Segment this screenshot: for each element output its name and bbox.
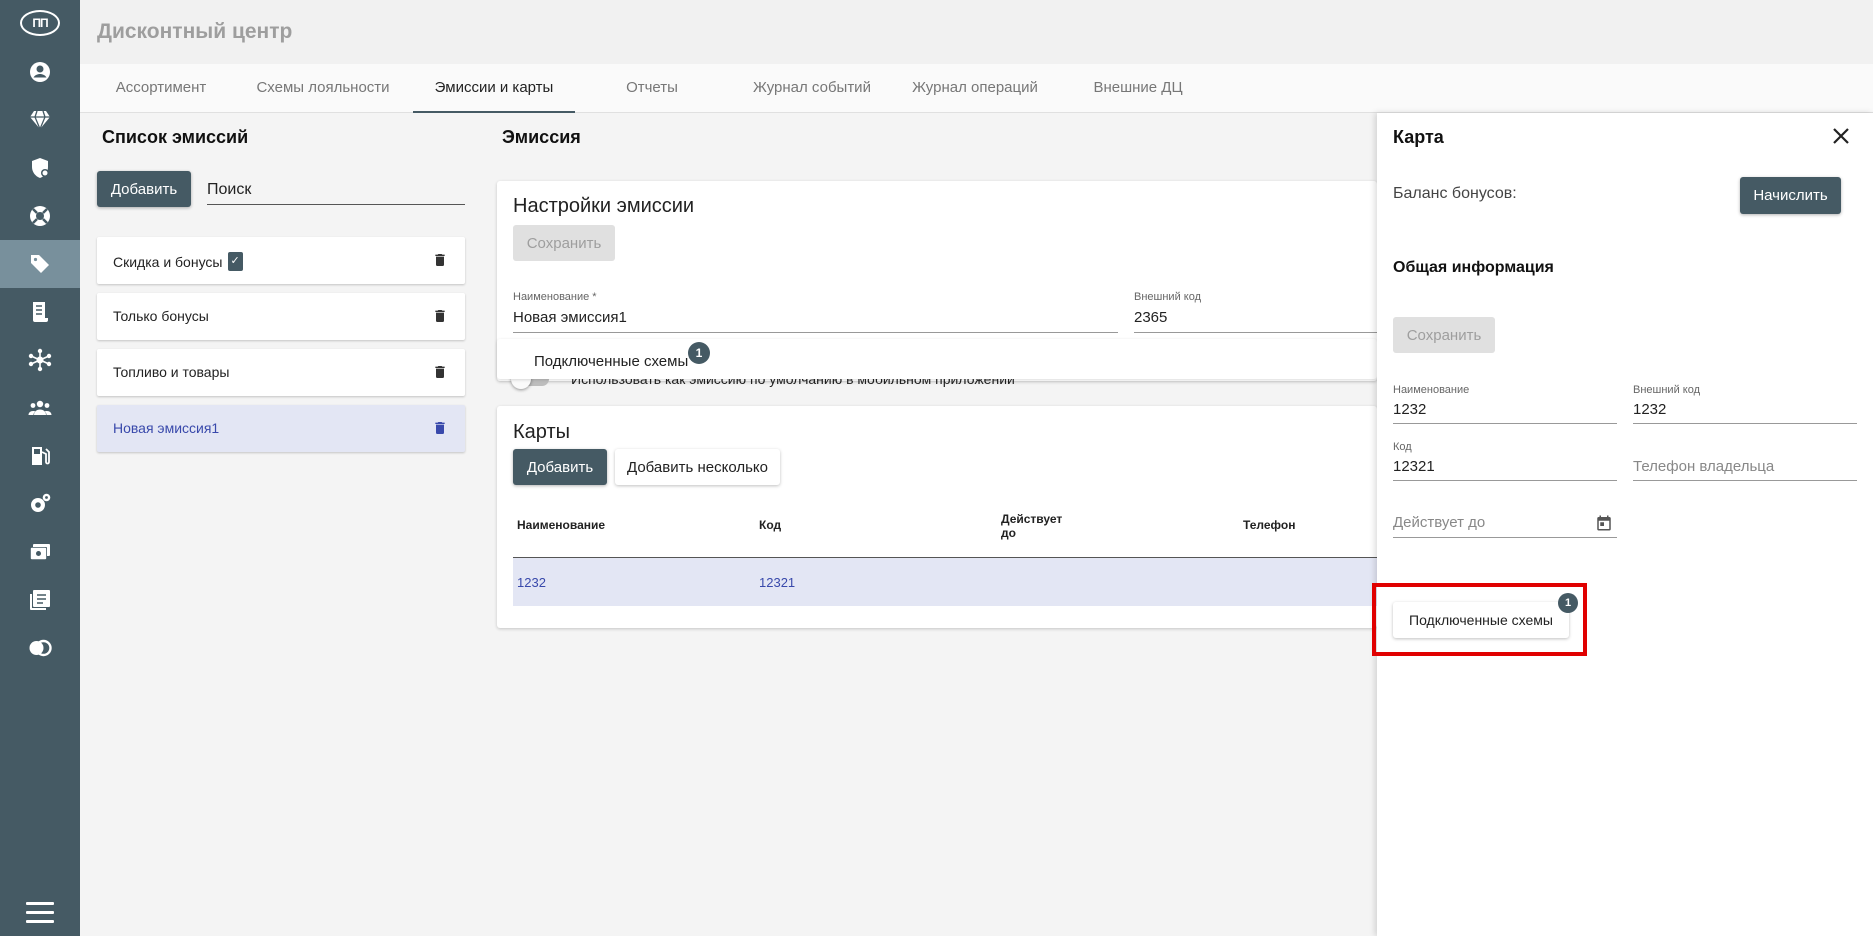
trash-icon[interactable] — [432, 362, 446, 380]
emission-schemes-label: Подключенные схемы — [534, 353, 689, 370]
journal-icon — [30, 590, 50, 610]
page-title: Дисконтный центр — [97, 20, 293, 43]
network-icon — [28, 348, 52, 372]
card-drawer: Карта Баланс бонусов: 200 Начислить Обща… — [1377, 113, 1873, 936]
trash-icon[interactable] — [432, 306, 446, 324]
sidebar-item-emissions[interactable] — [0, 240, 80, 288]
diamond-icon — [30, 110, 50, 131]
owner-phone-field[interactable]: Телефон владельца — [1633, 458, 1774, 475]
sidebar-item-account[interactable] — [0, 48, 80, 96]
card-name-label: Наименование — [1393, 384, 1470, 396]
tag-icon — [31, 255, 49, 273]
sidebar-item-support[interactable] — [0, 192, 80, 240]
emission-list-title: Список эмиссий — [102, 127, 249, 147]
tab-loyalty-schemes[interactable]: Схемы лояльности — [242, 64, 404, 113]
account-icon — [30, 62, 50, 82]
add-emission-button[interactable]: Добавить — [97, 171, 191, 207]
sidebar-item-journal[interactable] — [0, 576, 80, 624]
cards-card: Карты Добавить Добавить несколько Наимен… — [497, 406, 1377, 628]
close-icon[interactable] — [1829, 124, 1853, 148]
emission-panel: Эмиссия Настройки эмиссии Сохранить Наим… — [483, 113, 1377, 936]
sidebar-item-network[interactable] — [0, 336, 80, 384]
connected-schemes-count-badge: 1 — [1558, 593, 1578, 613]
card-external-code-field[interactable]: 1232 — [1633, 401, 1666, 418]
sidebar-item-receipts[interactable] — [0, 288, 80, 336]
receipt-icon — [33, 302, 48, 322]
users-icon — [28, 400, 52, 415]
emission-schemes-row[interactable]: Подключенные схемы 1 — [497, 339, 1377, 379]
tab-event-log[interactable]: Журнал событий — [731, 64, 893, 113]
valid-until-field[interactable]: Действует до — [1393, 514, 1485, 531]
gear-icon — [31, 493, 51, 512]
general-info-title: Общая информация — [1393, 259, 1554, 276]
external-code-label: Внешний код — [1134, 291, 1202, 303]
emission-item-label: Новая эмиссия1 — [113, 420, 220, 436]
shield-settings-icon — [32, 158, 49, 178]
card-name-cell[interactable]: 1232 — [517, 575, 546, 590]
emission-name-label: Наименование * — [513, 291, 597, 303]
emission-title: Эмиссия — [502, 127, 581, 147]
card-code-cell[interactable]: 12321 — [759, 575, 795, 590]
save-card-button[interactable]: Сохранить — [1393, 317, 1495, 353]
main-tabs: Ассортимент Схемы лояльности Эмиссии и к… — [80, 64, 1873, 113]
sidebar-item-security[interactable] — [0, 144, 80, 192]
cards-title: Карты — [513, 421, 570, 443]
app-logo[interactable]: ПП — [20, 10, 60, 36]
card-code-label: Код — [1393, 441, 1412, 453]
external-code-field[interactable]: 2365 — [1134, 309, 1167, 326]
emission-settings-title: Настройки эмиссии — [513, 195, 695, 217]
trash-icon[interactable] — [432, 250, 446, 268]
clipboard-check-icon — [228, 252, 244, 271]
trash-icon[interactable] — [432, 418, 446, 436]
table-row[interactable]: 1232 12321 — [513, 558, 1377, 606]
column-header-valid-until[interactable]: Действует до — [1001, 512, 1062, 540]
tab-emissions-cards[interactable]: Эмиссии и карты — [413, 64, 575, 113]
emission-list-panel: Список эмиссий Добавить Скидка и бонусы … — [80, 113, 481, 936]
sidebar-item-payments[interactable] — [0, 528, 80, 576]
list-item[interactable]: Скидка и бонусы — [97, 237, 465, 284]
tab-external-dc[interactable]: Внешние ДЦ — [1057, 64, 1219, 113]
tab-assortment[interactable]: Ассортимент — [80, 64, 242, 113]
calendar-icon[interactable] — [1595, 514, 1613, 532]
sidebar-item-loyalty[interactable] — [0, 96, 80, 144]
balance-label: Баланс бонусов: — [1393, 185, 1517, 202]
emission-name-field[interactable]: Новая эмиссия1 — [513, 309, 627, 326]
connected-schemes-button[interactable]: Подключенные схемы — [1393, 602, 1569, 638]
cash-icon — [30, 544, 50, 560]
column-header-code[interactable]: Код — [759, 518, 781, 532]
menu-icon[interactable] — [26, 902, 54, 929]
search-input[interactable] — [207, 175, 465, 205]
emission-schemes-count-badge: 1 — [688, 342, 710, 364]
list-item[interactable]: Новая эмиссия1 — [97, 405, 465, 452]
list-item[interactable]: Топливо и товары — [97, 349, 465, 396]
list-item[interactable]: Только бонусы — [97, 293, 465, 340]
save-emission-button[interactable]: Сохранить — [513, 225, 615, 261]
sidebar: ПП — [0, 0, 80, 936]
fuel-station-icon — [32, 447, 50, 465]
sidebar-item-cards[interactable] — [0, 624, 80, 672]
column-header-name[interactable]: Наименование — [517, 518, 605, 532]
sidebar-item-stations[interactable] — [0, 432, 80, 480]
card-code-field[interactable]: 12321 — [1393, 458, 1435, 475]
sidebar-item-users[interactable] — [0, 384, 80, 432]
sidebar-item-settings[interactable] — [0, 480, 80, 528]
add-card-button[interactable]: Добавить — [513, 449, 607, 485]
card-drawer-title: Карта — [1393, 127, 1444, 147]
column-header-phone[interactable]: Телефон — [1243, 518, 1295, 532]
lifebuoy-icon — [30, 206, 50, 226]
emission-item-label: Топливо и товары — [113, 364, 230, 380]
cards-icon — [29, 639, 52, 657]
accrue-bonus-button[interactable]: Начислить — [1740, 177, 1841, 214]
add-multiple-cards-button[interactable]: Добавить несколько — [615, 449, 780, 485]
emission-item-label: Только бонусы — [113, 308, 209, 324]
emission-item-label: Скидка и бонусы — [113, 252, 244, 271]
card-name-field[interactable]: 1232 — [1393, 401, 1426, 418]
app-header: Дисконтный центр — [80, 0, 1873, 64]
tab-operations-log[interactable]: Журнал операций — [894, 64, 1056, 113]
card-external-code-label: Внешний код — [1633, 384, 1701, 396]
tab-reports[interactable]: Отчеты — [571, 64, 733, 113]
